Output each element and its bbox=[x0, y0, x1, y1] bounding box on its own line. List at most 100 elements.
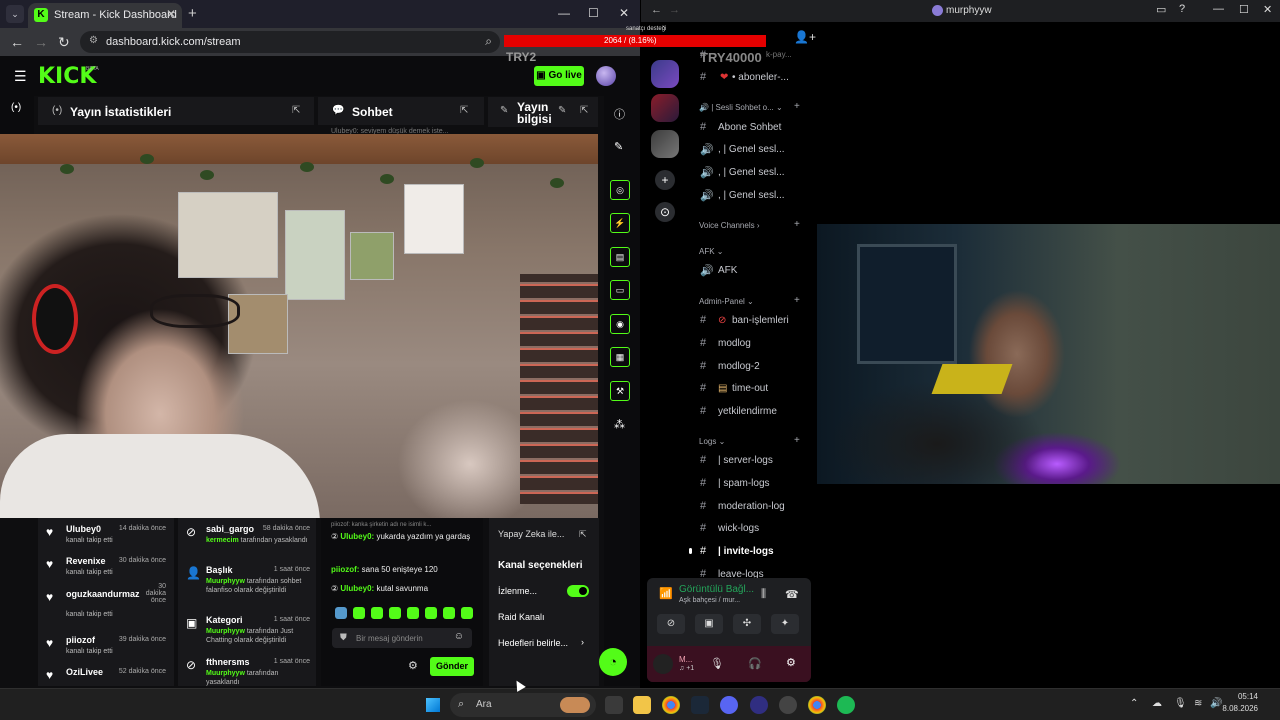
category-sesli[interactable]: 🔊 | Sesli Sohbet o... ⌄ bbox=[699, 103, 783, 112]
edit-icon[interactable]: ✎ bbox=[614, 140, 623, 153]
voice-channel[interactable]: 🔊 , | Genel sesl... bbox=[690, 187, 812, 205]
file-explorer-icon[interactable] bbox=[633, 696, 651, 714]
minimize-icon[interactable]: — bbox=[1213, 3, 1224, 15]
add-server-icon[interactable]: + bbox=[655, 170, 675, 190]
raid-option[interactable]: Raid Kanalı bbox=[498, 612, 545, 622]
soundboard-button[interactable]: ✦ bbox=[771, 614, 799, 634]
voice-channel-name[interactable]: Aşk bahçesi / mur... bbox=[679, 597, 740, 604]
obs-icon[interactable] bbox=[750, 696, 768, 714]
feed-user[interactable]: OziLivee bbox=[66, 667, 103, 677]
layout-tool-icon[interactable]: ▦ bbox=[610, 347, 630, 367]
zoom-icon[interactable]: ⌕ bbox=[485, 34, 492, 49]
feed-user[interactable]: oguzkaandurmaz bbox=[66, 589, 140, 599]
wifi-icon[interactable]: ≋ bbox=[1194, 698, 1202, 709]
feed-user[interactable]: Ulubey0 bbox=[66, 524, 101, 534]
clock-time[interactable]: 05:14 bbox=[1218, 692, 1258, 701]
taskbar-search[interactable]: ⌕ Ara bbox=[450, 693, 596, 717]
close-window-icon[interactable]: ✕ bbox=[1263, 3, 1272, 16]
voice-channel[interactable]: 🔊 , | Genel sesl... bbox=[690, 164, 812, 182]
cloud-icon[interactable]: ☁ bbox=[1152, 698, 1162, 709]
emote-icon[interactable] bbox=[389, 607, 401, 619]
emote-icon[interactable] bbox=[443, 607, 455, 619]
text-channel[interactable]: # | server-logs bbox=[690, 452, 812, 470]
emote-icon[interactable] bbox=[371, 607, 383, 619]
camera-tool-icon[interactable]: ◎ bbox=[610, 180, 630, 200]
url-text[interactable]: dashboard.kick.com/stream bbox=[106, 36, 241, 48]
emote-icon[interactable] bbox=[335, 607, 347, 619]
explore-icon[interactable]: ⊙ bbox=[655, 202, 675, 222]
spotify-icon[interactable] bbox=[837, 696, 855, 714]
feed-user[interactable]: fthnersms bbox=[206, 657, 250, 667]
text-channel-active[interactable]: # | invite-logs bbox=[690, 543, 812, 561]
help-icon[interactable]: ? bbox=[1179, 3, 1185, 15]
user-avatar[interactable] bbox=[653, 654, 673, 674]
notes-tool-icon[interactable]: ▤ bbox=[610, 247, 630, 267]
watch-toggle[interactable] bbox=[567, 585, 589, 597]
more-tools-icon[interactable]: ⁂ bbox=[614, 418, 625, 431]
task-view-icon[interactable] bbox=[605, 696, 623, 714]
emote-icon[interactable] bbox=[461, 607, 473, 619]
info-icon[interactable]: ⓘ bbox=[614, 106, 625, 122]
server-icon[interactable] bbox=[651, 130, 679, 158]
info-popout-icon[interactable]: ⇱ bbox=[580, 105, 588, 116]
add-channel-icon[interactable]: + bbox=[794, 101, 800, 112]
tab-search-button[interactable]: ⌄ bbox=[6, 5, 24, 23]
text-channel[interactable]: # | spam-logs bbox=[690, 475, 812, 493]
broadcast-icon[interactable]: (•) bbox=[11, 102, 21, 113]
server-icon[interactable] bbox=[651, 60, 679, 88]
server-icon[interactable] bbox=[651, 94, 679, 122]
menu-icon[interactable]: ☰ bbox=[14, 68, 27, 85]
activities-button[interactable]: ✣ bbox=[733, 614, 761, 634]
send-button[interactable]: Gönder bbox=[430, 657, 474, 676]
add-channel-icon[interactable]: + bbox=[794, 435, 800, 446]
screen-share-button[interactable]: ▣ bbox=[695, 614, 723, 634]
signal-icon[interactable]: 📶 bbox=[659, 587, 673, 600]
go-live-button[interactable]: ▣ Go live bbox=[534, 66, 584, 86]
maximize-icon[interactable]: ☐ bbox=[588, 6, 599, 20]
soundboard-icon[interactable]: ⫼ bbox=[761, 588, 766, 601]
emote-icon[interactable] bbox=[407, 607, 419, 619]
wrench-tool-icon[interactable]: ⚒ bbox=[610, 381, 630, 401]
pencil-icon[interactable]: ✎ bbox=[558, 105, 566, 116]
flash-tool-icon[interactable]: ⚡ bbox=[610, 213, 630, 233]
chevron-up-icon[interactable]: ⌃ bbox=[1130, 698, 1138, 709]
address-bar[interactable]: ⚙ dashboard.kick.com/stream ⌕ bbox=[80, 31, 500, 53]
broadcast-tool-icon[interactable]: ◉ bbox=[610, 314, 630, 334]
goals-option[interactable]: Hedefleri belirle... bbox=[498, 638, 568, 648]
chat-tool-icon[interactable]: ▭ bbox=[610, 280, 630, 300]
site-info-icon[interactable]: ⚙ bbox=[89, 35, 98, 46]
app-icon[interactable] bbox=[779, 696, 797, 714]
emoji-icon[interactable]: ☺ bbox=[454, 631, 464, 642]
tab-kick-dashboard[interactable]: K Stream - Kick Dashboard ✕ bbox=[28, 3, 182, 28]
voice-status[interactable]: Görüntülü Bağl... bbox=[679, 584, 754, 595]
feed-user[interactable]: sabi_gargo bbox=[206, 524, 254, 534]
close-window-icon[interactable]: ✕ bbox=[619, 6, 629, 20]
emote-icon[interactable] bbox=[353, 607, 365, 619]
text-channel[interactable]: # yetkilendirme bbox=[690, 403, 812, 421]
voice-channel[interactable]: 🔊 , | Genel sesl... bbox=[690, 141, 812, 159]
clock-date[interactable]: 8.08.2026 bbox=[1206, 704, 1258, 713]
microphone-icon[interactable]: 🎙 bbox=[1174, 698, 1187, 709]
category-admin[interactable]: Admin-Panel ⌄ bbox=[699, 297, 754, 306]
add-channel-icon[interactable]: + bbox=[794, 219, 800, 230]
text-channel[interactable]: # moderation-log bbox=[690, 498, 812, 516]
maximize-icon[interactable]: ☐ bbox=[1239, 3, 1249, 16]
text-channel[interactable]: # modlog bbox=[690, 335, 812, 353]
support-icon[interactable]: ◔ bbox=[599, 648, 627, 676]
user-avatar[interactable] bbox=[596, 66, 616, 86]
text-channel[interactable]: # ⊘ ban-işlemleri bbox=[690, 312, 812, 330]
external-link-icon[interactable]: ⇱ bbox=[579, 529, 587, 540]
disconnect-icon[interactable]: ☎ bbox=[785, 588, 799, 601]
chat-input[interactable] bbox=[356, 631, 452, 645]
close-tab-icon[interactable]: ✕ bbox=[166, 7, 176, 21]
popout-icon[interactable]: ⇱ bbox=[292, 105, 300, 116]
feed-user[interactable]: piiozof bbox=[66, 635, 95, 645]
category-voice-channels[interactable]: Voice Channels › bbox=[699, 221, 759, 230]
add-channel-icon[interactable]: + bbox=[794, 295, 800, 306]
category-logs[interactable]: Logs ⌄ bbox=[699, 437, 725, 446]
back-icon[interactable]: ← bbox=[651, 4, 662, 16]
forward-icon[interactable]: → bbox=[669, 4, 680, 16]
text-channel[interactable]: # modlog-2 bbox=[690, 358, 812, 376]
discord-icon[interactable] bbox=[720, 696, 738, 714]
ai-option[interactable]: Yapay Zeka ile... bbox=[498, 529, 564, 539]
